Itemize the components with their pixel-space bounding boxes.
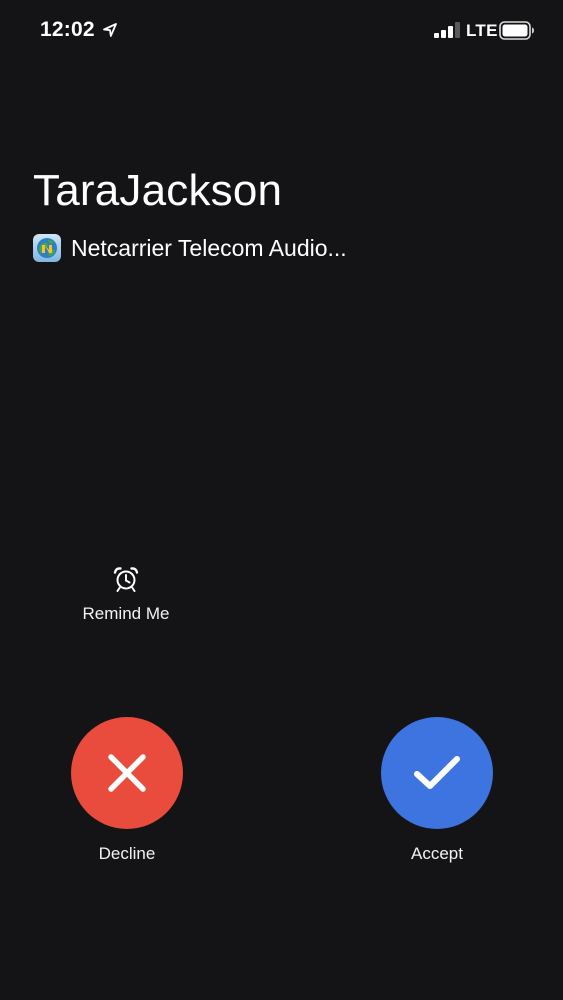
caller-name: TaraJackson <box>33 166 283 215</box>
decline-label: Decline <box>98 844 156 863</box>
battery-icon <box>499 21 534 40</box>
incoming-call-screen: 12:02 LTE TaraJackson Netcarrier Telecom… <box>0 0 563 1000</box>
decline-group: Decline <box>70 717 184 864</box>
calling-app-label: Netcarrier Telecom Audio... <box>71 234 347 261</box>
status-time: 12:02 <box>40 18 95 41</box>
calling-app-row: Netcarrier Telecom Audio... <box>33 233 347 263</box>
accept-label: Accept <box>411 844 463 863</box>
decline-button[interactable] <box>71 717 183 829</box>
close-icon <box>108 754 146 792</box>
accept-button[interactable] <box>381 717 493 829</box>
cellular-signal-icon <box>434 22 460 38</box>
remind-me-button[interactable]: Remind Me <box>66 565 186 624</box>
remind-me-label: Remind Me <box>82 604 170 623</box>
network-type-label: LTE <box>466 21 498 40</box>
accept-group: Accept <box>380 717 494 864</box>
status-bar: 12:02 LTE <box>0 0 563 62</box>
checkmark-icon <box>414 756 460 789</box>
netcarrier-app-icon <box>33 234 61 262</box>
alarm-clock-icon <box>113 567 139 592</box>
location-arrow-icon <box>103 23 117 37</box>
